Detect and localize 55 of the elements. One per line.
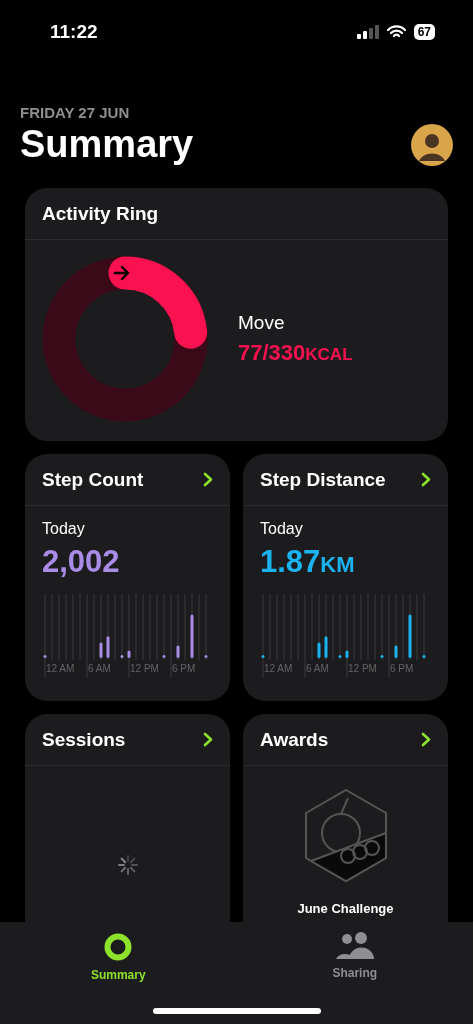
card-title: Awards [260,728,329,751]
axis-label: 6 AM [305,663,330,674]
chart-bar [394,645,398,658]
award-caption: June Challenge [297,901,394,916]
tab[interactable]: Summary [90,930,146,984]
chart-bar [43,654,47,658]
chevron-icon [421,732,431,747]
move-value: 77/330KCAL [238,340,353,366]
chart-bar [422,654,426,658]
date-label: FRIDAY 27 JUN [20,104,131,121]
chart-bar [317,642,321,658]
chart-bar [106,636,110,658]
chart-bar [176,645,180,658]
chart-bar [127,650,131,658]
chart-bar [380,654,384,658]
avatar[interactable] [411,124,453,166]
chevron-icon [421,472,431,487]
period-label: Today [260,520,304,538]
people-icon [335,932,374,960]
chart-bar [190,614,194,658]
chart-bar [408,614,412,658]
award-badge-icon [302,788,389,883]
chart-bar [345,650,349,658]
tab[interactable]: Sharing [332,930,378,984]
card-title: Activity Ring [42,202,159,225]
axis-label: 12 PM [129,663,160,674]
card-title: Step Distance [260,468,386,491]
chart-bar [261,654,265,658]
chevron-icon [203,472,213,487]
axis-label: 6 PM [171,663,197,674]
chart-bar [338,654,342,658]
chart-bar [120,654,124,658]
axis-label: 6 AM [87,663,112,674]
metric-value: 1.87KM [260,544,356,580]
axis-label: 12 AM [45,663,76,674]
battery-level: 67 [413,24,435,40]
signal-icon [356,25,379,39]
wifi-icon [386,25,406,39]
axis-label: 12 PM [347,663,378,674]
axis-label: 6 PM [389,663,415,674]
period-label: Today [42,520,86,538]
clock-time: 11:22 [50,21,98,43]
card-title: Step Count [42,468,144,491]
loading-spinner-icon [116,854,139,876]
chart-bar [162,654,166,658]
axis-label: 12 AM [263,663,294,674]
chart-bar [99,642,103,658]
chart-bar [324,636,328,658]
chevron-icon [203,732,213,747]
page-title: Summary [20,123,194,166]
chart-bar [204,654,208,658]
metric-value: 2,002 [42,544,121,580]
card-title: Sessions [42,728,126,751]
move-label: Move [238,312,286,334]
ring-icon [103,932,134,962]
